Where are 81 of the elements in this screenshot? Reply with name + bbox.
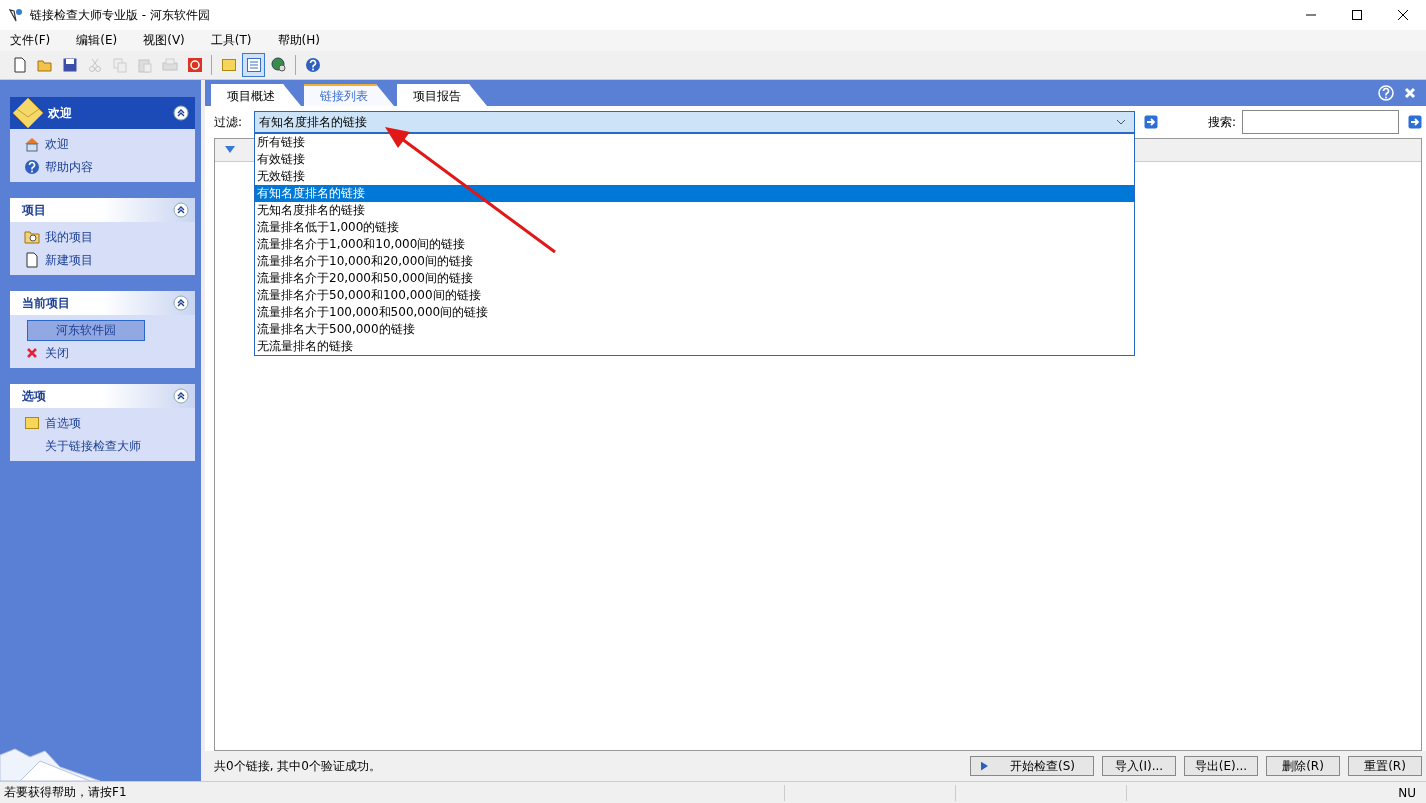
envelope-icon	[12, 97, 44, 129]
house-icon	[24, 136, 40, 152]
status-indicator: NU	[1398, 785, 1417, 800]
action-button[interactable]: 导入(I)...	[1102, 756, 1176, 776]
help-icon[interactable]	[1378, 85, 1394, 101]
sidebar-item[interactable]: 河东软件园	[27, 319, 145, 341]
panel-title: 当前项目	[22, 294, 70, 312]
menu-item[interactable]: 编辑(E)	[74, 32, 120, 49]
menu-item[interactable]: 文件(F)	[8, 32, 53, 49]
menu-item[interactable]: 工具(T)	[208, 32, 254, 49]
dropdown-option[interactable]: 无知名度排名的链接	[255, 202, 1134, 219]
dropdown-option[interactable]: 流量排名大于500,000的链接	[255, 321, 1134, 338]
panel-title: 项目	[22, 201, 46, 219]
action-button[interactable]: 重置(R)	[1348, 756, 1422, 776]
menu-item[interactable]: 视图(V)	[141, 32, 187, 49]
sidebar-item[interactable]: 关于链接检查大师	[43, 436, 143, 456]
collapse-icon[interactable]	[173, 105, 189, 121]
new-file-icon	[11, 57, 28, 73]
dropdown-option[interactable]: 流量排名介于50,000和100,000间的链接	[255, 287, 1134, 304]
action-button[interactable]: 删除(R)	[1266, 756, 1340, 776]
action-button[interactable]: 导出(E)...	[1184, 756, 1258, 776]
panel-header[interactable]: 项目	[10, 198, 195, 222]
app-logo-icon	[8, 7, 24, 23]
play-icon	[981, 761, 988, 771]
document-icon	[24, 252, 40, 268]
power-icon	[186, 57, 203, 73]
panel-title: 欢迎	[48, 104, 72, 122]
paste-icon	[136, 57, 153, 73]
toolbar-button[interactable]	[242, 53, 265, 77]
panel-header[interactable]: 当前项目	[10, 291, 195, 315]
sticky-note-icon	[24, 415, 40, 431]
folder-search-icon	[24, 229, 40, 245]
summary-text: 共0个链接, 其中0个验证成功。	[214, 757, 381, 775]
collapse-icon[interactable]	[173, 295, 189, 311]
dropdown-option[interactable]: 有知名度排名的链接	[255, 185, 1134, 202]
help-icon	[24, 159, 40, 175]
sidebar-item[interactable]: 我的项目	[43, 227, 95, 247]
dropdown-option[interactable]: 有效链接	[255, 151, 1134, 168]
tab[interactable]: 项目报告	[397, 84, 487, 106]
dropdown-option[interactable]: 无效链接	[255, 168, 1134, 185]
panel-header[interactable]: 选项	[10, 384, 195, 408]
list-icon	[245, 57, 262, 73]
action-button[interactable]: 开始检查(S)	[970, 756, 1094, 776]
sidebar-item[interactable]: 首选项	[43, 413, 83, 433]
dropdown-option[interactable]: 流量排名介于20,000和50,000间的链接	[255, 270, 1134, 287]
printer-icon	[161, 57, 178, 73]
sort-arrow-icon[interactable]	[225, 146, 235, 154]
filter-dropdown[interactable]: 有知名度排名的链接	[254, 111, 1135, 133]
close-icon[interactable]	[1398, 10, 1408, 20]
panel-title: 选项	[22, 387, 46, 405]
dropdown-option[interactable]: 流量排名低于1,000的链接	[255, 219, 1134, 236]
sidebar-item[interactable]: 帮助内容	[43, 157, 95, 177]
collapse-icon[interactable]	[173, 388, 189, 404]
status-text: 若要获得帮助，请按F1	[3, 784, 128, 801]
copy-icon	[111, 57, 128, 73]
dropdown-option[interactable]: 所有链接	[255, 134, 1134, 151]
sidebar-item[interactable]: 欢迎	[43, 134, 71, 154]
dropdown-option[interactable]: 无流量排名的链接	[255, 338, 1134, 355]
arrow-right-icon[interactable]	[1408, 115, 1422, 129]
folder-icon	[36, 57, 53, 73]
panel-header[interactable]: 欢迎	[10, 97, 195, 129]
menu-item[interactable]: 帮助(H)	[275, 32, 322, 49]
search-label: 搜索:	[1207, 113, 1236, 131]
arrow-right-icon[interactable]	[1144, 115, 1158, 129]
sticky-note-icon	[220, 57, 237, 73]
globe-search-icon	[270, 57, 287, 73]
help-icon	[304, 57, 321, 73]
sidebar-item[interactable]: 新建项目	[43, 250, 95, 270]
dropdown-option[interactable]: 流量排名介于10,000和20,000间的链接	[255, 253, 1134, 270]
window-title: 链接检查大师专业版 - 河东软件园	[30, 6, 210, 24]
sidebar-item[interactable]: 关闭	[43, 343, 71, 363]
chevron-down-icon	[1116, 119, 1126, 125]
tab[interactable]: 项目概述	[211, 84, 301, 106]
dropdown-option[interactable]: 流量排名介于100,000和500,000间的链接	[255, 304, 1134, 321]
collapse-icon[interactable]	[173, 202, 189, 218]
search-field[interactable]	[1242, 110, 1399, 134]
tab[interactable]: 链接列表	[304, 84, 394, 106]
filter-label: 过滤:	[214, 113, 244, 131]
scissors-icon	[86, 57, 103, 73]
dropdown-option[interactable]: 流量排名介于1,000和10,000间的链接	[255, 236, 1134, 253]
maximize-icon[interactable]	[1352, 10, 1362, 20]
